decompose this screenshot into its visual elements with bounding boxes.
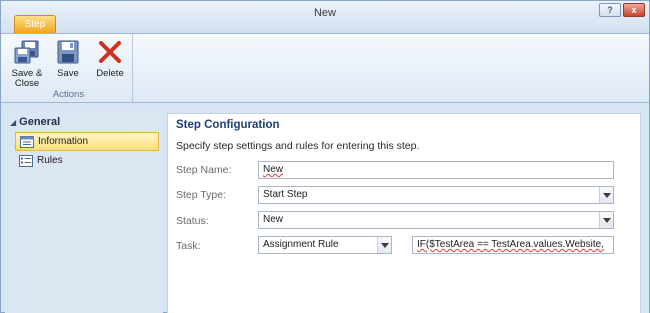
window-title: New [313,7,336,19]
task-label: Task: [176,240,201,252]
delete-button[interactable]: Delete [90,38,130,79]
status-label: Status: [176,215,209,227]
title-bar: New ? x Step [1,1,649,34]
nav-item-rules[interactable]: Rules [15,152,159,171]
section-title: Step Configuration [176,119,280,131]
task-select[interactable]: Assignment Rule [258,236,392,254]
save-label: Save [57,68,79,79]
ribbon-group-actions: Save & Close Save Delete Actions [4,34,133,102]
task-expression-input[interactable]: IF($TestArea == TestArea.values.Website, [412,236,614,254]
save-close-icon [13,38,41,66]
nav-item-label: Rules [37,155,63,166]
step-type-select[interactable]: Start Step [258,186,614,204]
step-name-input[interactable]: New [258,161,614,179]
status-value: New [263,214,284,225]
delete-icon [96,38,124,66]
chevron-down-icon[interactable] [599,187,613,203]
delete-label: Delete [96,68,124,79]
save-close-label-line2: Close [14,78,40,89]
status-select[interactable]: New [258,211,614,229]
nav-section-general[interactable]: ◢ General [10,116,60,128]
window-controls: ? x [599,3,645,17]
ribbon: Save & Close Save Delete Actions [1,33,649,103]
step-name-label: Step Name: [176,164,232,176]
step-name-value: New [263,164,284,175]
save-icon [54,38,82,66]
step-type-value: Start Step [263,189,308,200]
step-type-label: Step Type: [176,189,227,201]
nav-item-information[interactable]: Information [15,132,159,151]
collapse-triangle-icon: ◢ [10,118,17,127]
left-nav: ◢ General Information Rules [5,109,163,313]
close-button[interactable]: x [623,3,645,17]
nav-item-label: Information [38,136,89,147]
task-value: Assignment Rule [263,239,339,250]
save-button[interactable]: Save [50,38,86,79]
help-button[interactable]: ? [599,3,621,17]
chevron-down-icon[interactable] [599,212,613,228]
chevron-down-icon[interactable] [377,237,391,253]
task-expression-value: IF($TestArea == TestArea.values.Website, [417,239,604,250]
ribbon-group-label: Actions [52,89,85,100]
section-description: Specify step settings and rules for ente… [176,140,420,152]
dialog-window: New ? x Step Save & Close Save Delete Ac… [0,0,650,313]
rules-icon [19,155,33,173]
save-close-button[interactable]: Save & Close [6,38,48,89]
window-right-edge [641,103,649,313]
step-configuration-panel: Step Configuration Specify step settings… [167,113,641,313]
nav-section-label: General [19,116,61,128]
tab-step[interactable]: Step [14,15,56,34]
